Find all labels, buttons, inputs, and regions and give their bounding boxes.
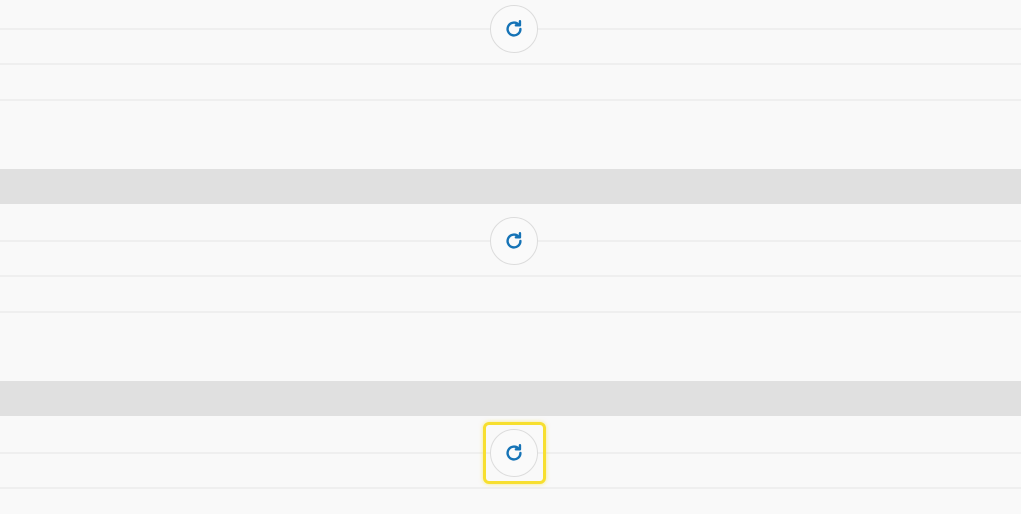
row-divider bbox=[0, 63, 1021, 65]
section-separator bbox=[0, 381, 1021, 416]
section-separator bbox=[0, 169, 1021, 204]
reload-icon bbox=[503, 18, 525, 40]
app-canvas bbox=[0, 0, 1021, 514]
row-divider bbox=[0, 311, 1021, 313]
reload-button-focused[interactable] bbox=[490, 429, 538, 477]
row-divider bbox=[0, 487, 1021, 489]
reload-button[interactable] bbox=[490, 5, 538, 53]
reload-button[interactable] bbox=[490, 217, 538, 265]
row-divider bbox=[0, 99, 1021, 101]
reload-icon bbox=[503, 442, 525, 464]
row-divider bbox=[0, 275, 1021, 277]
reload-icon bbox=[503, 230, 525, 252]
